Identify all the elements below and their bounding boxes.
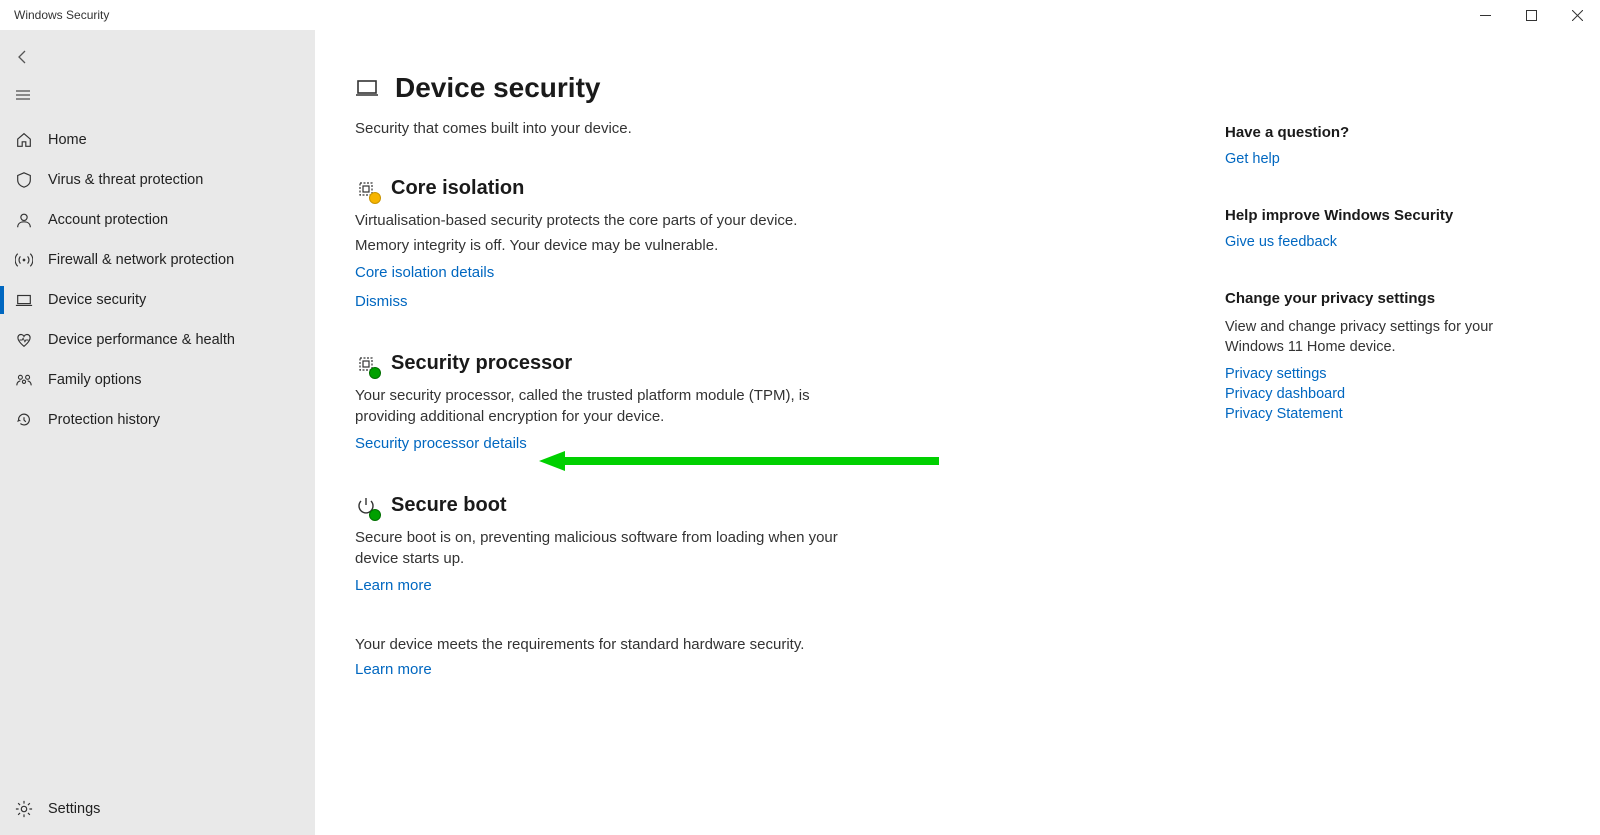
sidebar-item-home[interactable]: Home [0,120,315,160]
window-title: Windows Security [14,8,109,22]
privacy-dashboard-link[interactable]: Privacy dashboard [1225,386,1505,402]
aside-improve: Help improve Windows Security Give us fe… [1225,207,1505,250]
core-isolation-details-link[interactable]: Core isolation details [355,264,1165,281]
aside-privacy: Change your privacy settings View and ch… [1225,290,1505,422]
history-icon [14,410,34,430]
sidebar-item-device-security[interactable]: Device security [0,280,315,320]
page-title: Device security [355,72,1165,104]
titlebar: Windows Security [0,0,1600,30]
heart-icon [14,330,34,350]
antenna-icon [14,250,34,270]
sidebar-item-label: Device security [48,292,146,308]
sidebar-item-label: Device performance & health [48,332,235,348]
main: Device security Security that comes buil… [315,30,1600,835]
home-icon [14,130,34,150]
sidebar-item-label: Family options [48,372,141,388]
window-controls [1462,0,1600,30]
sidebar-item-label: Account protection [48,212,168,228]
sidebar-item-label: Firewall & network protection [48,252,234,268]
nav-list: Home Virus & threat protection Account p… [0,114,315,789]
sidebar-item-family[interactable]: Family options [0,360,315,400]
dismiss-link[interactable]: Dismiss [355,293,1165,310]
hardware-security-status: Your device meets the requirements for s… [355,636,1165,653]
close-button[interactable] [1554,0,1600,30]
sidebar: Home Virus & threat protection Account p… [0,30,315,835]
sidebar-item-settings[interactable]: Settings [0,789,315,829]
laptop-icon [14,290,34,310]
maximize-button[interactable] [1508,0,1554,30]
secure-boot-learn-more-link[interactable]: Learn more [355,577,1165,594]
family-icon [14,370,34,390]
app-body: Home Virus & threat protection Account p… [0,30,1600,835]
chip-warning-icon [355,178,377,200]
aside-question: Have a question? Get help [1225,124,1505,167]
sidebar-item-label: Virus & threat protection [48,172,203,188]
feedback-link[interactable]: Give us feedback [1225,234,1505,250]
sidebar-item-account[interactable]: Account protection [0,200,315,240]
section-core-isolation: Core isolation Virtualisation-based secu… [355,177,1165,310]
sidebar-item-virus[interactable]: Virus & threat protection [0,160,315,200]
minimize-button[interactable] [1462,0,1508,30]
get-help-link[interactable]: Get help [1225,151,1505,167]
standard-hw-learn-more-link[interactable]: Learn more [355,661,1165,678]
content: Device security Security that comes buil… [355,72,1165,835]
power-ok-icon [355,495,377,517]
arrow-annotation [539,451,939,471]
sidebar-item-performance[interactable]: Device performance & health [0,320,315,360]
chip-ok-icon [355,353,377,375]
privacy-settings-link[interactable]: Privacy settings [1225,366,1505,382]
gear-icon [14,799,34,819]
back-button[interactable] [0,38,315,76]
person-icon [14,210,34,230]
aside: Have a question? Get help Help improve W… [1225,72,1505,835]
laptop-icon [355,76,379,100]
sidebar-item-label: Protection history [48,412,160,428]
menu-button[interactable] [0,76,315,114]
sidebar-item-firewall[interactable]: Firewall & network protection [0,240,315,280]
privacy-statement-link[interactable]: Privacy Statement [1225,406,1505,422]
section-security-processor: Security processor Your security process… [355,352,1165,452]
shield-icon [14,170,34,190]
security-processor-details-link[interactable]: Security processor details [355,435,1165,452]
sidebar-item-label: Settings [48,801,100,817]
sidebar-item-history[interactable]: Protection history [0,400,315,440]
page-subtitle: Security that comes built into your devi… [355,120,1165,137]
sidebar-item-label: Home [48,132,87,148]
section-secure-boot: Secure boot Secure boot is on, preventin… [355,494,1165,594]
